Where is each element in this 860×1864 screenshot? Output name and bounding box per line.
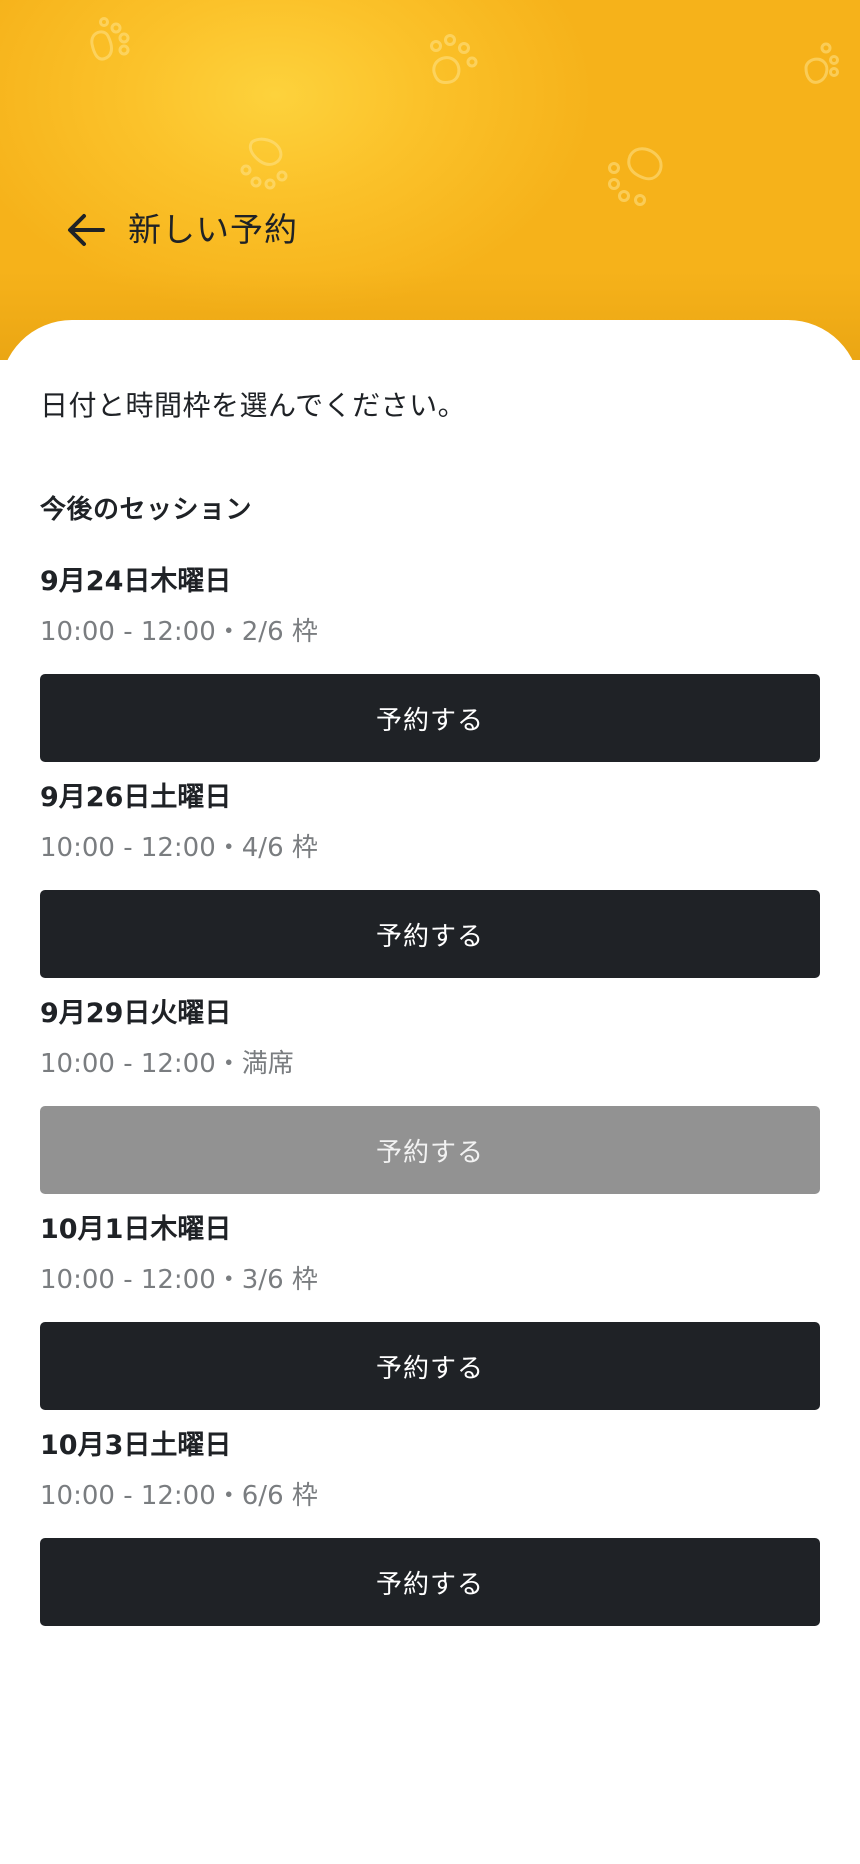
- session-item: 9月26日土曜日 10:00 - 12:00・4/6 枠 予約する: [40, 778, 820, 978]
- session-date: 10月1日木曜日: [40, 1214, 232, 1245]
- session-item: 10月1日木曜日 10:00 - 12:00・3/6 枠 予約する: [40, 1210, 820, 1410]
- reserve-button[interactable]: 予約する: [40, 1322, 820, 1410]
- back-button[interactable]: [64, 208, 108, 252]
- session-time-slots: 10:00 - 12:00・満席: [40, 1049, 294, 1079]
- header: 新しい予約: [0, 0, 860, 360]
- reserve-button-disabled: 予約する: [40, 1106, 820, 1194]
- session-date: 9月29日火曜日: [40, 998, 232, 1029]
- session-time-slots: 10:00 - 12:00・4/6 枠: [40, 833, 318, 863]
- session-item: 9月29日火曜日 10:00 - 12:00・満席 予約する: [40, 994, 820, 1194]
- reserve-button[interactable]: 予約する: [40, 1538, 820, 1626]
- paw-print-icon: [608, 147, 663, 206]
- arrow-left-icon: [68, 214, 105, 246]
- section-title: 今後のセッション: [40, 495, 253, 525]
- paw-print-icon: [90, 17, 130, 61]
- instruction-text: 日付と時間枠を選んでください。: [40, 389, 467, 422]
- session-time-slots: 10:00 - 12:00・3/6 枠: [40, 1265, 318, 1295]
- session-item: 10月3日土曜日 10:00 - 12:00・6/6 枠 予約する: [40, 1426, 820, 1626]
- paw-print-icon: [430, 34, 478, 84]
- paw-print-icon: [804, 42, 839, 84]
- reserve-button[interactable]: 予約する: [40, 890, 820, 978]
- session-time-slots: 10:00 - 12:00・2/6 枠: [40, 617, 318, 647]
- paw-print-icon: [240, 137, 288, 190]
- session-date: 9月24日木曜日: [40, 566, 232, 597]
- reserve-button[interactable]: 予約する: [40, 674, 820, 762]
- session-date: 10月3日土曜日: [40, 1430, 232, 1461]
- session-time-slots: 10:00 - 12:00・6/6 枠: [40, 1481, 318, 1511]
- session-date: 9月26日土曜日: [40, 782, 232, 813]
- session-item: 9月24日木曜日 10:00 - 12:00・2/6 枠 予約する: [40, 562, 820, 762]
- page-title: 新しい予約: [128, 210, 298, 249]
